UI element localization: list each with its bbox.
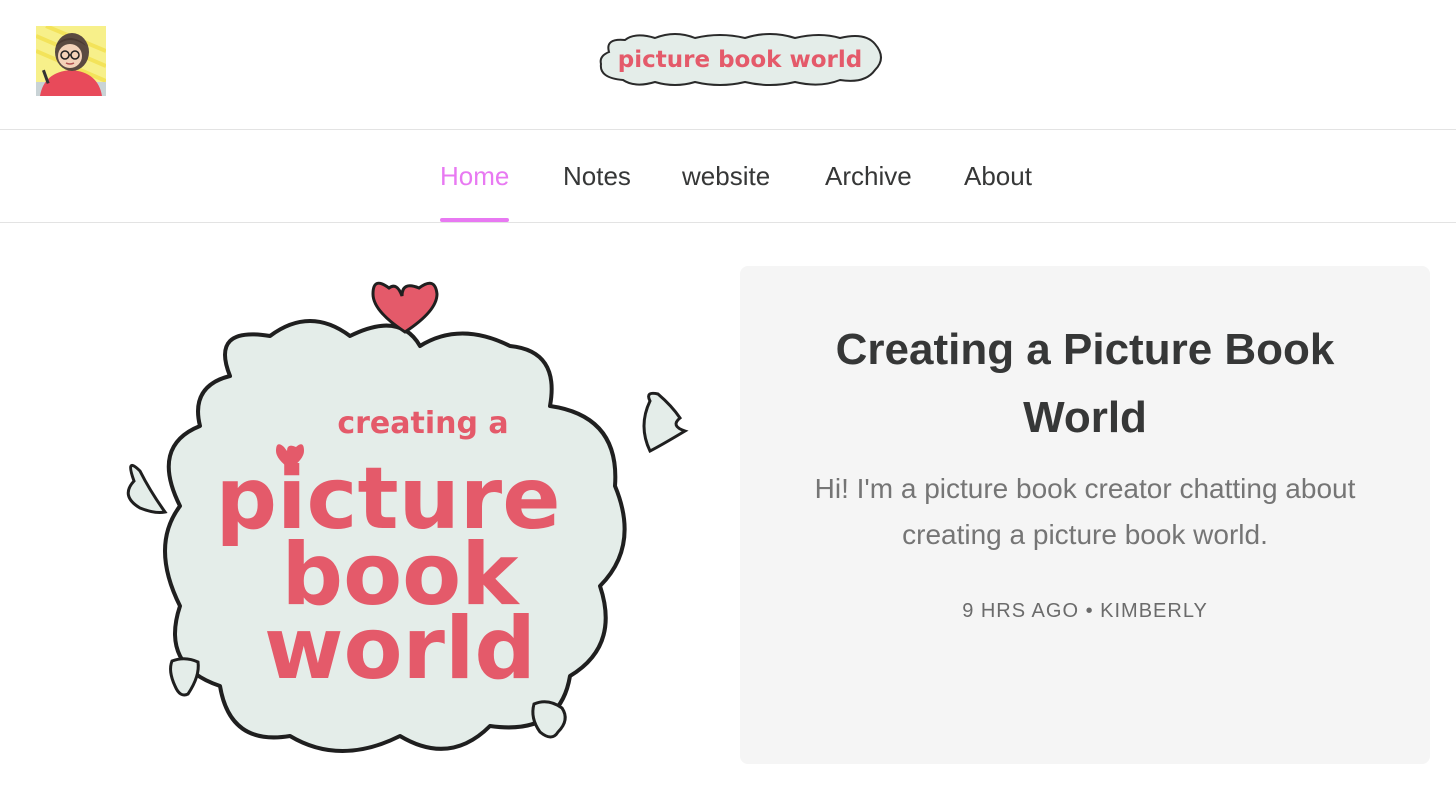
nav-notes-label: Notes [563,161,631,191]
nav-notes[interactable]: Notes [563,130,631,222]
nav-about[interactable]: About [964,130,1032,222]
small-heart-icon [126,463,168,514]
active-tab-indicator [440,218,510,222]
post-title[interactable]: Creating a Picture Book World [800,316,1370,452]
nav-website-label: website [682,161,771,191]
nav-home[interactable]: Home [440,130,510,222]
main-nav: Home Notes website Archive About [0,130,1456,223]
top-bar: picture book world [0,0,1456,130]
author-avatar[interactable] [36,26,106,96]
small-heart-icon [169,657,200,697]
nav-about-label: About [964,161,1032,191]
small-heart-icon [642,391,689,454]
featured-post-card[interactable]: Creating a Picture Book World Hi! I'm a … [740,266,1430,764]
post-subtitle: Hi! I'm a picture book creator chatting … [814,473,1356,550]
small-heart-icon [531,700,567,739]
meta-separator: • [1085,600,1094,622]
post-meta: 9 HRS AGO • KIMBERLY [740,600,1430,623]
site-logo-image: picture book world [599,33,882,86]
featured-post-image[interactable]: creating a picture book world [40,266,730,766]
nav-home-label: Home [440,161,510,191]
featured-artwork: creating a picture book world [126,281,689,753]
site-logo[interactable]: picture book world [595,30,885,88]
nav-archive-label: Archive [825,161,912,191]
author-avatar-icon [36,26,106,96]
post-time: 9 HRS AGO [962,600,1079,622]
artwork-line-1: creating a [337,406,508,441]
artwork-line-4: world [264,599,536,699]
post-author[interactable]: KIMBERLY [1100,600,1208,622]
nav-archive[interactable]: Archive [825,130,912,222]
logo-text: picture book world [618,47,862,73]
nav-website[interactable]: website [682,130,770,222]
